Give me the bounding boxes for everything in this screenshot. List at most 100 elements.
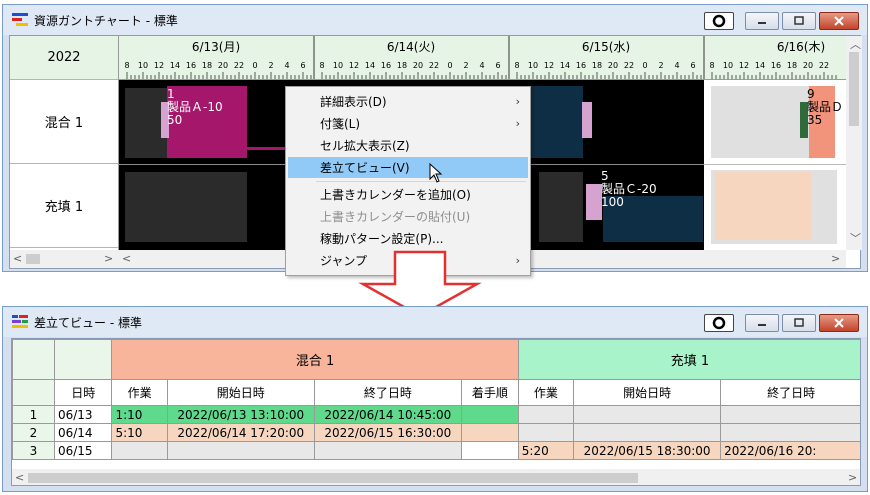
cell-mix-start[interactable]: 2022/06/13 13:10:00 bbox=[166, 405, 315, 424]
cell-mix-order[interactable] bbox=[460, 423, 519, 442]
cell-fill-end[interactable] bbox=[720, 423, 860, 442]
job-label-d: 9 製品Ｄ 35 bbox=[807, 87, 844, 127]
hour-tick-label: 12 bbox=[739, 61, 749, 70]
dispatch-window: 差立てビュー - 標準 混合 1 充填 1 日時 作業 開始日時 終了日時 着手… bbox=[2, 306, 868, 492]
job-bar-fill-d[interactable] bbox=[715, 172, 811, 240]
scroll-thumb[interactable] bbox=[28, 473, 638, 483]
menu-item-5[interactable]: 上書きカレンダーを追加(O) bbox=[288, 184, 528, 205]
col-header-end[interactable]: 終了日時 bbox=[720, 379, 860, 406]
cell-fill-job[interactable] bbox=[517, 405, 575, 424]
hour-tick-label: 22 bbox=[429, 61, 439, 70]
scroll-up-icon[interactable]: ︿ bbox=[850, 38, 861, 52]
cell-mix-end[interactable]: 2022/06/14 10:45:00 bbox=[313, 405, 462, 424]
col-header-start[interactable]: 開始日時 bbox=[573, 379, 722, 406]
resource-row-mix[interactable]: 混合 1 bbox=[10, 80, 118, 164]
cell-mix-end[interactable] bbox=[313, 441, 462, 460]
minimize-button[interactable] bbox=[745, 12, 779, 30]
hour-tick-label: 8 bbox=[319, 61, 324, 70]
gantt-titlebar[interactable]: 資源ガントチャート - 標準 bbox=[3, 5, 867, 35]
hour-tick-label: 18 bbox=[202, 61, 212, 70]
hour-tick-label: 20 bbox=[608, 61, 618, 70]
row-number[interactable]: 2 bbox=[12, 423, 55, 442]
hour-tick-label: 6 bbox=[690, 61, 695, 70]
table-row[interactable]: 3 06/15 5:20 2022/06/15 18:30:00 2022/06/16 … bbox=[12, 441, 860, 460]
cell-fill-start[interactable] bbox=[573, 405, 722, 424]
gantt-window-title: 資源ガントチャート - 標準 bbox=[34, 13, 178, 28]
cell-mix-order[interactable] bbox=[460, 405, 519, 424]
menu-item-4[interactable]: 差立てビュー(V) bbox=[288, 157, 528, 178]
col-header-date[interactable]: 日時 bbox=[53, 379, 113, 406]
row-number[interactable]: 1 bbox=[12, 405, 55, 424]
minimize-icon bbox=[758, 324, 766, 326]
cell-fill-start[interactable] bbox=[573, 423, 722, 442]
dispatch-grid: 混合 1 充填 1 日時 作業 開始日時 終了日時 着手順 作業 開始日時 終了… bbox=[12, 339, 860, 467]
hour-tick-label: 16 bbox=[576, 61, 586, 70]
cell-date[interactable]: 06/14 bbox=[53, 423, 113, 442]
hour-tick-label: 0 bbox=[252, 61, 257, 70]
hour-tick-label: 16 bbox=[381, 61, 391, 70]
hour-tick-label: 18 bbox=[787, 61, 797, 70]
scroll-thumb[interactable] bbox=[849, 52, 859, 126]
scroll-down-icon[interactable]: ﹀ bbox=[850, 232, 861, 246]
help-icon bbox=[712, 316, 726, 330]
menu-item-7[interactable]: 稼動パターン設定(P)... bbox=[288, 228, 528, 249]
cell-mix-job[interactable]: 5:10 bbox=[111, 423, 168, 442]
cell-fill-end[interactable]: 2022/06/16 20: bbox=[720, 441, 860, 460]
job-bar-d-bg[interactable] bbox=[711, 86, 811, 158]
cell-date[interactable]: 06/15 bbox=[53, 441, 113, 460]
cell-fill-job[interactable]: 5:20 bbox=[517, 441, 575, 460]
group-header-mix[interactable]: 混合 1 bbox=[111, 339, 519, 380]
cell-mix-end[interactable]: 2022/06/15 16:30:00 bbox=[313, 423, 462, 442]
resource-horizontal-scrollbar[interactable]: < > bbox=[10, 250, 119, 268]
scroll-thumb[interactable] bbox=[26, 254, 40, 264]
help-button[interactable] bbox=[704, 314, 734, 332]
col-header-job[interactable]: 作業 bbox=[517, 379, 575, 406]
hour-tick-label: 2 bbox=[658, 61, 663, 70]
cell-mix-job[interactable] bbox=[111, 441, 168, 460]
resource-row-fill[interactable]: 充填 1 bbox=[10, 164, 118, 248]
row-number[interactable]: 3 bbox=[12, 441, 55, 460]
dispatch-horizontal-scrollbar[interactable]: < > bbox=[12, 469, 860, 485]
col-header-order[interactable]: 着手順 bbox=[460, 379, 519, 406]
scroll-left-icon[interactable]: < bbox=[15, 471, 24, 485]
cell-date[interactable]: 06/13 bbox=[53, 405, 113, 424]
scroll-right-icon[interactable]: > bbox=[848, 471, 857, 485]
cell-mix-order[interactable] bbox=[460, 441, 519, 460]
help-button[interactable] bbox=[704, 12, 734, 30]
col-header-end[interactable]: 終了日時 bbox=[313, 379, 462, 406]
hour-tick-label: 2 bbox=[463, 61, 468, 70]
cell-fill-end[interactable] bbox=[720, 405, 860, 424]
col-header-job[interactable]: 作業 bbox=[111, 379, 168, 406]
hour-tick-label: 0 bbox=[642, 61, 647, 70]
close-icon bbox=[834, 318, 844, 328]
close-button[interactable] bbox=[819, 12, 859, 30]
cell-mix-job[interactable]: 1:10 bbox=[111, 405, 168, 424]
close-button[interactable] bbox=[819, 314, 859, 332]
scroll-right-icon[interactable]: > bbox=[104, 252, 113, 266]
col-header-start[interactable]: 開始日時 bbox=[166, 379, 315, 406]
year-cell: 2022 bbox=[10, 36, 118, 80]
menu-item-2[interactable]: 付箋(L) › bbox=[288, 113, 528, 134]
cell-fill-start[interactable]: 2022/06/15 18:30:00 bbox=[573, 441, 722, 460]
gantt-vertical-scrollbar[interactable]: ︿ ﹀ bbox=[846, 36, 862, 250]
maximize-button[interactable] bbox=[782, 12, 816, 30]
group-header-fill[interactable]: 充填 1 bbox=[517, 339, 860, 380]
menu-item-1[interactable]: 詳細表示(D) › bbox=[288, 91, 528, 112]
cell-mix-start[interactable] bbox=[166, 441, 315, 460]
cell-fill-job[interactable] bbox=[517, 423, 575, 442]
minimize-button[interactable] bbox=[745, 314, 779, 332]
menu-item-label: 付箋(L) bbox=[320, 117, 361, 131]
maximize-button[interactable] bbox=[782, 314, 816, 332]
dispatch-titlebar[interactable]: 差立てビュー - 標準 bbox=[3, 307, 867, 337]
table-row[interactable]: 1 06/13 1:10 2022/06/13 13:10:00 2022/06/14 … bbox=[12, 405, 860, 424]
scroll-left-icon[interactable]: < bbox=[13, 252, 22, 266]
scroll-left-icon[interactable]: < bbox=[122, 252, 131, 266]
hour-tick-label: 14 bbox=[365, 61, 375, 70]
menu-item-3[interactable]: セル拡大表示(Z) bbox=[288, 135, 528, 156]
scroll-right-icon[interactable]: > bbox=[831, 252, 840, 266]
table-row[interactable]: 2 06/14 5:10 2022/06/14 17:20:00 2022/06/15 … bbox=[12, 423, 860, 442]
hour-tick-label: 4 bbox=[674, 61, 679, 70]
hour-tick-label: 0 bbox=[447, 61, 452, 70]
hour-tick-label: 12 bbox=[154, 61, 164, 70]
cell-mix-start[interactable]: 2022/06/14 17:20:00 bbox=[166, 423, 315, 442]
